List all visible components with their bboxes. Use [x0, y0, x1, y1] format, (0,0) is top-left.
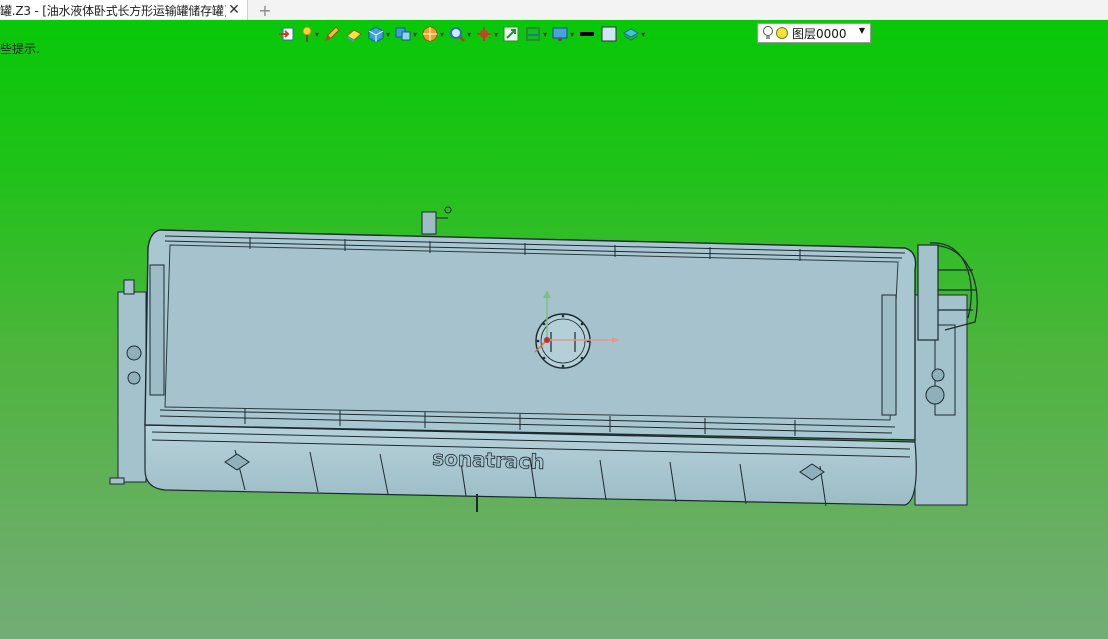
document-tab[interactable]: 罐.Z3 - [油水液体卧式长方形运输罐储存罐] ✕	[0, 0, 248, 20]
top-valve	[421, 206, 452, 235]
manhole-cover[interactable]	[535, 313, 591, 369]
new-tab-button[interactable]: +	[256, 0, 274, 20]
document-tab-bar: 罐.Z3 - [油水液体卧式长方形运输罐储存罐] ✕ +	[0, 0, 1108, 21]
tank-logo-text: sonatrach	[432, 446, 545, 474]
document-tab-title: 罐.Z3 - [油水液体卧式长方形运输罐储存罐]	[0, 3, 226, 18]
3d-viewport[interactable]: 些提示. ▾ ▾ ▾ ▾ ▾ ▾ ▾ ▾ ▾ 图层0000 ▼ sonatrac…	[0, 20, 1108, 639]
left-end-frame	[109, 279, 147, 485]
close-tab-icon[interactable]: ✕	[226, 2, 242, 18]
tank-model[interactable]: sonatrach	[0, 20, 1108, 639]
